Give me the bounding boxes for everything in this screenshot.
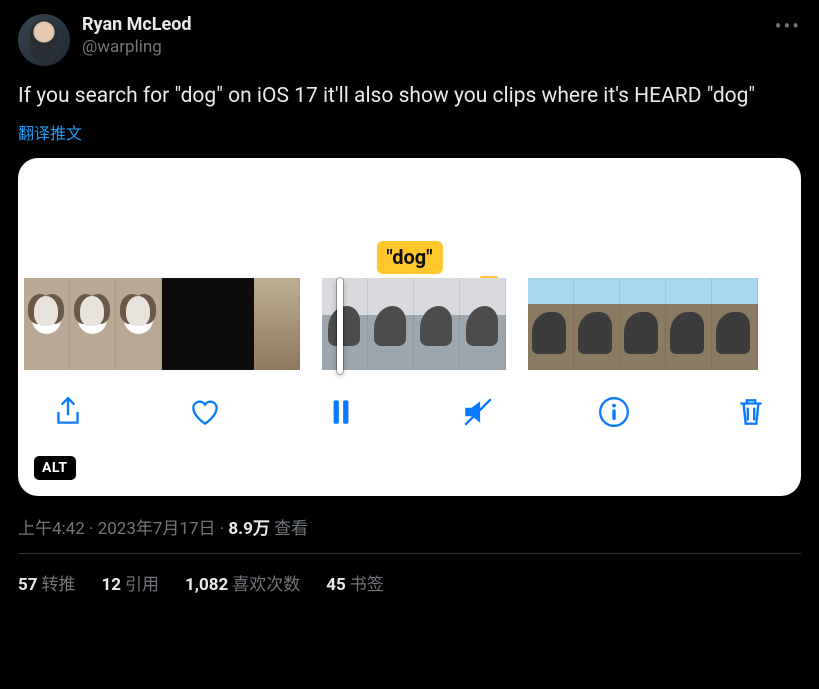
tweet-meta: 上午4:42 · 2023年7月17日 · 8.9万 查看	[18, 514, 801, 539]
clip-thumb	[208, 278, 254, 370]
tweet-container: Ryan McLeod @warpling ••• If you search …	[0, 0, 819, 595]
media-attachment[interactable]: "dog"	[18, 158, 801, 496]
share-icon	[51, 395, 85, 429]
tweet-stats: 57转推 12引用 1,082喜欢次数 45书签	[18, 554, 801, 595]
handle: @warpling	[82, 37, 192, 58]
avatar[interactable]	[18, 14, 70, 66]
delete-button[interactable]	[731, 392, 771, 432]
media-toolbar	[18, 370, 801, 432]
mute-icon	[461, 395, 495, 429]
more-button[interactable]: •••	[775, 14, 801, 38]
tweet-text: If you search for "dog" on iOS 17 it'll …	[18, 82, 801, 110]
like-button[interactable]	[185, 392, 225, 432]
post-date[interactable]: 2023年7月17日	[98, 519, 216, 539]
pause-button[interactable]	[321, 392, 361, 432]
retweets-stat[interactable]: 57转推	[18, 570, 76, 595]
clip-thumb	[460, 278, 506, 370]
views-count: 8.9万	[228, 519, 269, 539]
views-label: 查看	[270, 519, 308, 539]
share-button[interactable]	[48, 392, 88, 432]
post-time[interactable]: 上午4:42	[18, 519, 85, 539]
translate-link[interactable]: 翻译推文	[18, 120, 82, 144]
clip-thumb	[712, 278, 758, 370]
display-name: Ryan McLeod	[82, 14, 192, 37]
info-button[interactable]	[594, 392, 634, 432]
video-timeline[interactable]	[18, 278, 801, 370]
media-header-area: "dog"	[18, 158, 801, 278]
clip-thumb	[322, 278, 368, 370]
likes-stat[interactable]: 1,082喜欢次数	[185, 570, 300, 595]
clip-thumb	[24, 278, 70, 370]
author-names[interactable]: Ryan McLeod @warpling	[82, 14, 192, 58]
clip-thumb	[528, 278, 574, 370]
tweet-header: Ryan McLeod @warpling •••	[18, 14, 801, 66]
search-term-badge: "dog"	[376, 241, 442, 274]
alt-badge[interactable]: ALT	[34, 456, 76, 480]
clip-thumb	[620, 278, 666, 370]
mute-button[interactable]	[458, 392, 498, 432]
trash-icon	[734, 395, 768, 429]
clip-thumb	[574, 278, 620, 370]
clip-thumb	[254, 278, 300, 370]
clip-group[interactable]	[24, 278, 300, 370]
bookmarks-stat[interactable]: 45书签	[326, 570, 384, 595]
clip-thumb	[162, 278, 208, 370]
clip-thumb	[70, 278, 116, 370]
clip-group[interactable]	[528, 278, 758, 370]
clip-group[interactable]	[322, 278, 506, 370]
playhead[interactable]	[337, 278, 343, 374]
info-icon	[597, 395, 631, 429]
heart-icon	[188, 395, 222, 429]
clip-thumb	[368, 278, 414, 370]
clip-thumb	[666, 278, 712, 370]
pause-icon	[324, 395, 358, 429]
clip-thumb	[414, 278, 460, 370]
clip-thumb	[116, 278, 162, 370]
quotes-stat[interactable]: 12引用	[102, 570, 160, 595]
